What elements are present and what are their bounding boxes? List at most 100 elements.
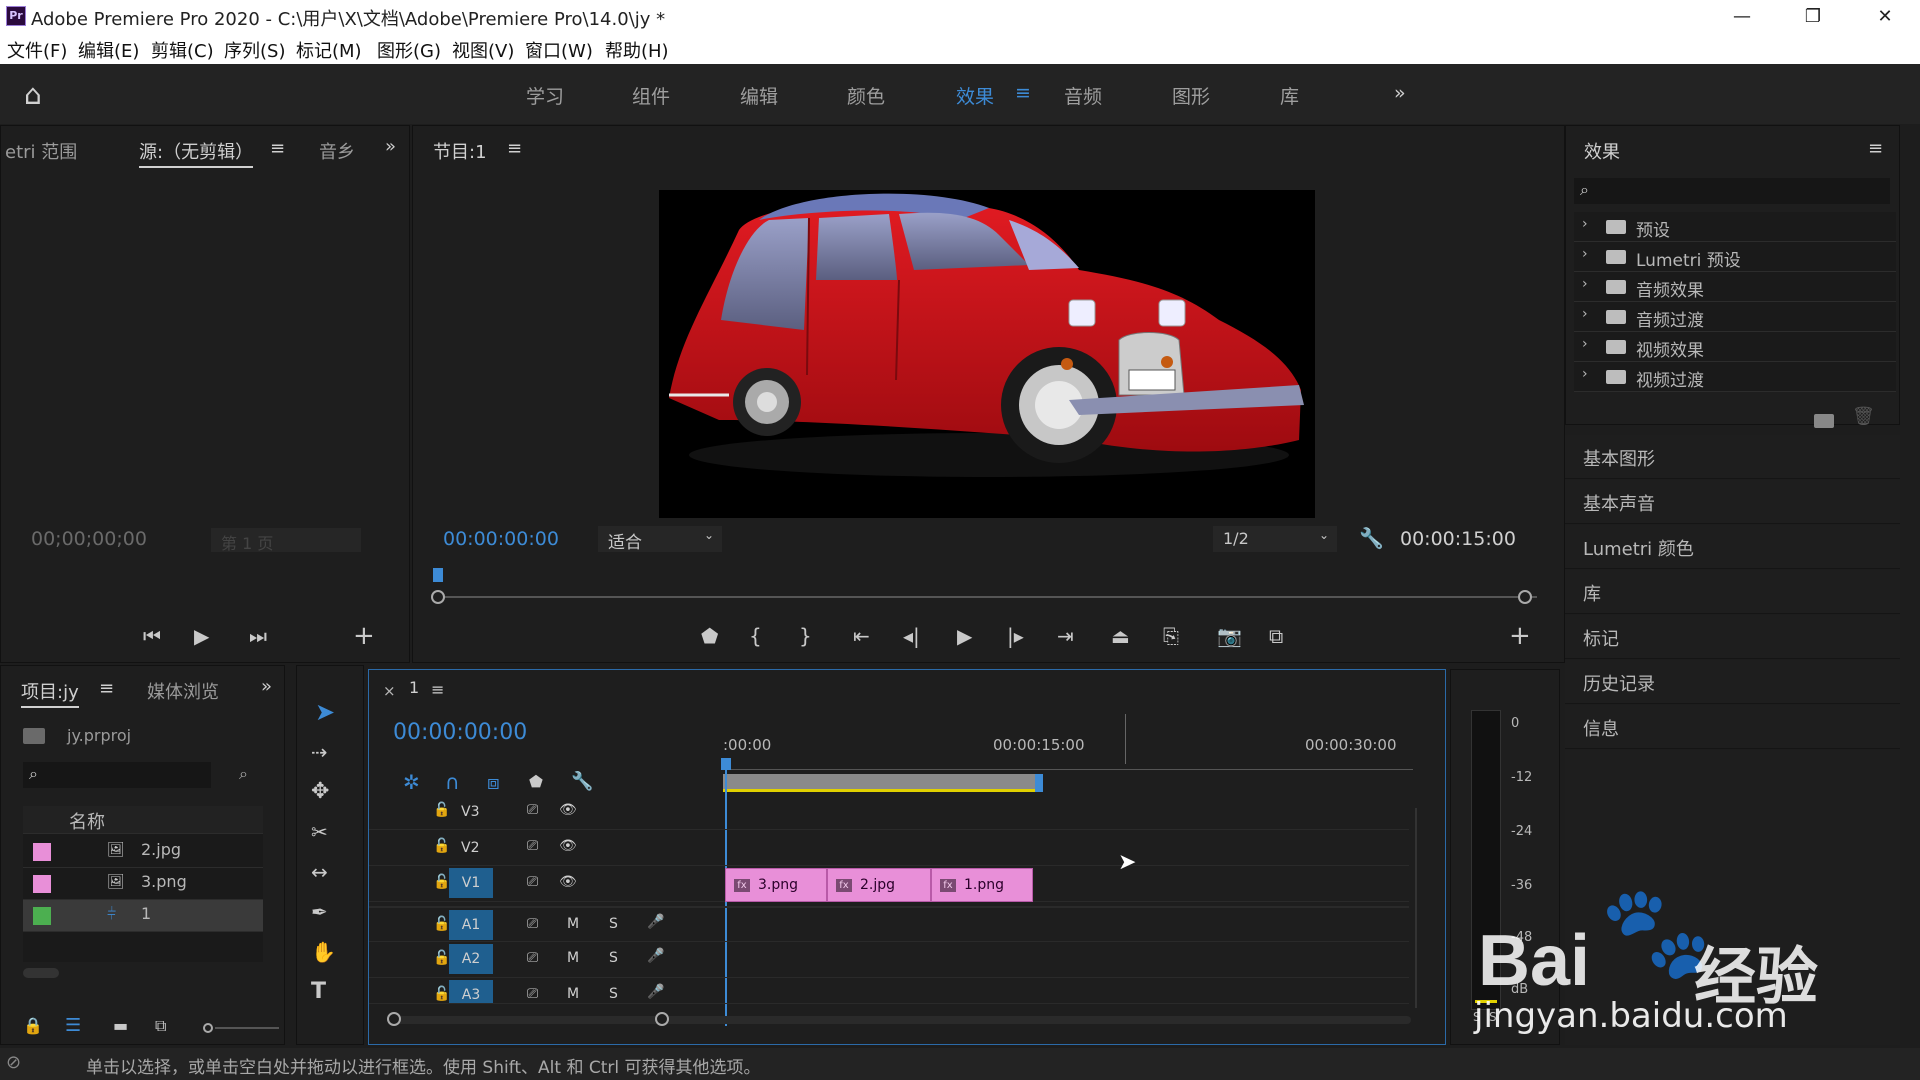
program-menu-icon[interactable]: ≡ [507, 138, 522, 159]
workspace-editing[interactable]: 编辑 [740, 82, 778, 109]
track-select-tool-icon[interactable]: ⇢ [311, 740, 328, 764]
minimize-button[interactable]: — [1712, 0, 1772, 34]
track-lock-icon[interactable]: 🔓 [433, 950, 450, 966]
timeline-h-scrollbar[interactable] [391, 1016, 1411, 1024]
expand-chevron-icon[interactable]: › [1582, 366, 1588, 382]
zoom-slider-handle[interactable] [203, 1023, 213, 1033]
program-add-button-icon[interactable]: + [1509, 623, 1531, 649]
add-marker-icon[interactable]: ⬟ [701, 624, 718, 648]
sync-lock-icon[interactable]: ⎚ [527, 838, 538, 854]
step-back-icon[interactable]: ◂| [903, 624, 920, 648]
comparison-view-icon[interactable]: ⧉ [1269, 624, 1283, 648]
pen-tool-icon[interactable]: ✒ [311, 900, 328, 924]
track-v3[interactable]: 🔓 V3 ⎚ 👁 [369, 794, 1409, 830]
workspace-more-icon[interactable]: » [1394, 82, 1406, 104]
tab-lumetri-scopes[interactable]: etri 范围 [5, 138, 77, 164]
source-play-icon[interactable]: ▶ [194, 624, 209, 648]
section-essential-graphics[interactable]: 基本图形 [1565, 435, 1900, 479]
track-target-v1[interactable]: V1 [449, 868, 493, 898]
mute-toggle[interactable]: M [567, 950, 579, 966]
tab-media-browser[interactable]: 媒体浏览 [147, 678, 219, 704]
timeline-clip[interactable]: fx 3.png [725, 868, 827, 902]
track-a2[interactable]: 🔓 A2 ⎚ M S 🎤 [369, 942, 1409, 978]
sync-lock-icon[interactable]: ⎚ [527, 916, 538, 932]
eye-icon[interactable]: 👁 [559, 838, 577, 854]
workspace-assembly[interactable]: 组件 [632, 82, 670, 109]
track-v2[interactable]: 🔓 V2 ⎚ 👁 [369, 830, 1409, 866]
timeline-zoom-start-handle[interactable] [387, 1012, 401, 1026]
list-view-icon[interactable]: ☰ [65, 1014, 81, 1038]
track-a1[interactable]: 🔓 A1 ⎚ M S 🎤 [369, 906, 1409, 942]
track-v1[interactable]: 🔓 V1 ⎚ 👁 fx 3.png fx 2.jpg fx 1.png [369, 866, 1409, 902]
section-history[interactable]: 历史记录 [1565, 660, 1900, 704]
source-add-button-icon[interactable]: + [353, 623, 375, 649]
restore-button[interactable]: ❐ [1783, 0, 1843, 34]
workspace-color[interactable]: 颜色 [847, 82, 885, 109]
project-find-icon[interactable]: ⌕ [239, 764, 248, 784]
source-more-icon[interactable]: » [385, 136, 396, 157]
track-target-a3[interactable]: A3 [449, 980, 493, 1003]
section-libraries[interactable]: 库 [1565, 570, 1900, 614]
source-timecode[interactable]: 00;00;00;00 [31, 528, 147, 550]
work-area-bar[interactable] [723, 774, 1041, 792]
step-forward-icon[interactable]: |▸ [1007, 624, 1024, 648]
label-color-swatch[interactable] [33, 875, 51, 893]
play-icon[interactable]: ▶ [957, 624, 972, 648]
timeline-sequence-tab[interactable]: 1 [409, 678, 419, 697]
home-icon[interactable]: ⌂ [24, 78, 42, 111]
workspace-effects[interactable]: 效果 [956, 82, 994, 109]
menu-graphics[interactable]: 图形(G) [377, 37, 441, 63]
go-to-out-icon[interactable]: ⇥ [1057, 624, 1074, 648]
effects-folder[interactable]: › Lumetri 预设 [1574, 242, 1896, 272]
project-item[interactable]: 🖼 3.png [23, 868, 263, 900]
project-menu-icon[interactable]: ≡ [99, 678, 114, 699]
program-video-frame[interactable] [659, 190, 1315, 518]
effects-folder[interactable]: › 预设 [1574, 212, 1896, 242]
menu-markers[interactable]: 标记(M) [296, 37, 362, 63]
zoom-select[interactable]: 适合 ⌄ [598, 526, 722, 553]
column-name[interactable]: 名称 [69, 808, 105, 834]
ripple-edit-tool-icon[interactable]: ✥ [311, 780, 329, 804]
effects-folder[interactable]: › 视频效果 [1574, 332, 1896, 362]
lift-icon[interactable]: ⏏ [1111, 624, 1130, 648]
program-scrubber[interactable] [437, 596, 1537, 598]
menu-window[interactable]: 窗口(W) [525, 37, 593, 63]
playhead-handle[interactable] [721, 758, 731, 770]
menu-file[interactable]: 文件(F) [7, 37, 67, 63]
project-h-scrollbar[interactable] [23, 968, 59, 978]
project-more-icon[interactable]: » [261, 676, 272, 697]
mute-toggle[interactable]: M [567, 986, 579, 1002]
program-timecode[interactable]: 00:00:00:00 [443, 528, 559, 550]
icon-view-icon[interactable]: ▬ [113, 1014, 128, 1038]
solo-toggle[interactable]: S [609, 986, 618, 1002]
workspace-menu-icon[interactable]: ≡ [1015, 82, 1031, 104]
work-area-end-handle[interactable] [1035, 774, 1043, 792]
timeline-timecode[interactable]: 00:00:00:00 [393, 720, 527, 745]
eye-icon[interactable]: 👁 [559, 874, 577, 890]
track-target-a2[interactable]: A2 [449, 944, 493, 974]
effects-search-input[interactable]: ⌕ [1574, 178, 1890, 204]
program-playhead[interactable] [433, 568, 443, 582]
label-color-swatch[interactable] [33, 843, 51, 861]
slip-tool-icon[interactable]: ↔ [311, 860, 328, 884]
sync-lock-icon[interactable]: ⎚ [527, 874, 538, 890]
effects-folder[interactable]: › 音频过渡 [1574, 302, 1896, 332]
track-lock-icon[interactable]: 🔓 [433, 838, 450, 854]
sync-lock-icon[interactable]: ⎚ [527, 986, 538, 1002]
source-page-select[interactable]: 第 1 页 [211, 528, 361, 553]
track-lock-icon[interactable]: 🔓 [433, 874, 450, 890]
expand-chevron-icon[interactable]: › [1582, 246, 1588, 262]
track-lock-icon[interactable]: 🔓 [433, 916, 450, 932]
freeform-view-icon[interactable]: ⧉ [155, 1014, 166, 1038]
type-tool-icon[interactable]: T [311, 980, 326, 1004]
microphone-icon[interactable]: 🎤 [647, 914, 664, 930]
resolution-select[interactable]: 1/2 ⌄ [1213, 526, 1337, 552]
mark-in-icon[interactable]: { [749, 624, 762, 648]
workspace-learn[interactable]: 学习 [526, 82, 564, 109]
timeline-zoom-end-handle[interactable] [655, 1012, 669, 1026]
section-info[interactable]: 信息 [1565, 705, 1900, 749]
zoom-slider[interactable] [215, 1027, 279, 1029]
menu-sequence[interactable]: 序列(S) [224, 37, 285, 63]
sync-lock-icon[interactable]: ⎚ [527, 802, 538, 818]
expand-chevron-icon[interactable]: › [1582, 216, 1588, 232]
